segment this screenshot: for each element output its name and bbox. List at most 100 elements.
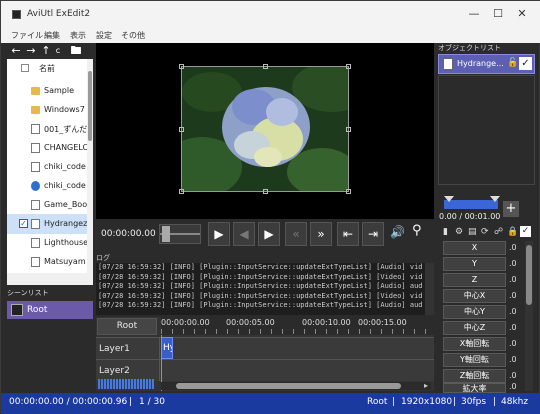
minimize-icon[interactable]: — [463, 5, 485, 23]
property-value[interactable]: .0 [509, 257, 521, 271]
effect-icon[interactable]: ⚙ [455, 227, 463, 237]
property-y[interactable]: Y [443, 257, 506, 271]
property-y-rotation[interactable]: Y軸回転 [443, 353, 506, 367]
list-item-selected[interactable]: ✓ Hydrangez [7, 214, 87, 234]
check-icon[interactable]: ✓ [19, 219, 28, 228]
list-item[interactable]: Matsuyam [7, 252, 87, 272]
app-icon [12, 10, 21, 19]
timeline-root-button[interactable]: Root [97, 318, 157, 335]
ruler-label: 00:00:00.00 [161, 318, 210, 327]
log-scrollbar[interactable] [425, 263, 434, 315]
file-icon [31, 200, 40, 210]
scroll-right-icon[interactable]: ▸ [424, 381, 434, 391]
scene-item-root[interactable]: Root [7, 301, 93, 319]
layer-row[interactable]: Layer1 [96, 337, 434, 359]
zoom-icon[interactable]: ⚲ [412, 223, 422, 238]
file-name: Sample [44, 86, 74, 95]
timeline-clip[interactable]: Hy [161, 337, 173, 359]
enable-check-icon[interactable]: ✓ [520, 226, 531, 237]
property-center-y[interactable]: 中心Y [443, 305, 506, 319]
add-effect-button[interactable]: + [503, 201, 519, 217]
file-name: chiki_code [44, 162, 86, 171]
volume-icon[interactable]: 🔊 [390, 225, 405, 239]
maximize-icon[interactable]: ☐ [487, 5, 509, 23]
menu-file[interactable]: ファイル [11, 30, 43, 41]
object-list-body [438, 75, 535, 185]
lock-icon[interactable]: 🔒 [507, 227, 518, 237]
property-value[interactable]: .0 [509, 381, 521, 393]
property-x-rotation[interactable]: X軸回転 [443, 337, 506, 351]
resize-handle[interactable] [263, 189, 268, 194]
timeline-scroll-thumb[interactable] [176, 383, 401, 389]
select-all-checkbox[interactable] [21, 64, 29, 72]
property-x[interactable]: X [443, 241, 506, 255]
prev-frame-button[interactable]: ◀ [233, 222, 255, 246]
resize-handle[interactable] [263, 64, 268, 69]
property-value[interactable]: .0 [509, 289, 521, 303]
layer-row[interactable]: Layer2 [96, 359, 434, 381]
list-item[interactable]: Sample [7, 81, 87, 101]
resize-handle[interactable] [346, 64, 351, 69]
menu-settings[interactable]: 設定 [96, 30, 112, 41]
timeline-ruler[interactable]: 00:00:00.00 00:00:05.00 00:00:10.00 00:0… [161, 317, 434, 335]
link-icon[interactable]: ☍ [494, 227, 503, 237]
rewind-button[interactable]: « [285, 222, 307, 246]
start-marker-icon[interactable] [444, 196, 454, 202]
property-scale[interactable]: 拡大率 [443, 383, 506, 393]
resize-handle[interactable] [179, 127, 184, 132]
resize-handle[interactable] [179, 189, 184, 194]
resize-handle[interactable] [346, 189, 351, 194]
back-arrow-icon[interactable]: ← [9, 44, 23, 58]
property-z-rotation[interactable]: Z軸回転 [443, 369, 506, 383]
play-button[interactable]: ▶ [208, 222, 230, 246]
fast-forward-button[interactable]: » [310, 222, 332, 246]
explorer-scroll-thumb[interactable] [88, 71, 92, 141]
property-value[interactable]: .0 [509, 305, 521, 319]
go-to-end-button[interactable]: ⇥ [362, 222, 384, 246]
property-z[interactable]: Z [443, 273, 506, 287]
list-item[interactable]: Game_Boo [7, 195, 87, 215]
property-value[interactable]: .0 [509, 321, 521, 335]
list-item[interactable]: Windows7 [7, 100, 87, 120]
log-panel[interactable]: [07/28 16:59:32] [INFO] [Plugin::InputSe… [96, 263, 434, 315]
go-to-start-button[interactable]: ⇤ [337, 222, 359, 246]
lock-icon[interactable]: 🔓 [507, 58, 518, 68]
end-marker-icon[interactable] [490, 196, 500, 202]
property-value[interactable]: .0 [509, 241, 521, 255]
property-center-z[interactable]: 中心Z [443, 321, 506, 335]
list-item[interactable]: chiki_code [7, 157, 87, 177]
refresh-icon[interactable]: ⟳ [481, 227, 489, 237]
list-item[interactable]: 001_ずんだ [7, 119, 87, 139]
property-center-x[interactable]: 中心X [443, 289, 506, 303]
scene-name: Root [27, 305, 48, 315]
layers-icon[interactable]: ▤ [468, 227, 477, 237]
resize-handle[interactable] [346, 127, 351, 132]
property-value[interactable]: .0 [509, 273, 521, 287]
visibility-check-icon[interactable]: ✓ [519, 57, 532, 70]
resize-handle[interactable] [179, 64, 184, 69]
scene-thumbnail-icon [11, 304, 23, 316]
camera-icon[interactable]: ▮ [443, 227, 448, 237]
menu-view[interactable]: 表示 [70, 30, 86, 41]
property-toolbar: ▮ ⚙ ▤ ⟳ ☍ 🔒 ✓ [441, 226, 535, 239]
property-value[interactable]: .0 [509, 353, 521, 367]
close-icon[interactable]: ✕ [511, 5, 533, 23]
menu-edit[interactable]: 編集 [44, 30, 60, 41]
forward-arrow-icon[interactable]: → [24, 44, 38, 58]
object-item-hydrangea[interactable]: Hydrange... 🔓 ✓ [438, 54, 535, 74]
status-scene: Root [367, 397, 388, 407]
property-scroll-thumb[interactable] [526, 245, 532, 305]
next-frame-button[interactable]: ▶ [258, 222, 280, 246]
explorer-hscrollbar[interactable] [7, 273, 87, 285]
folder-icon[interactable]: 🖿 [69, 44, 83, 58]
playback-slider[interactable] [159, 224, 201, 244]
list-item[interactable]: Lighthouse [7, 233, 87, 253]
property-value[interactable]: .0 [509, 337, 521, 351]
explorer-header: 名前 [17, 60, 97, 78]
name-column-header[interactable]: 名前 [39, 63, 55, 74]
list-item[interactable]: chiki_code [7, 176, 87, 196]
menu-other[interactable]: その他 [121, 30, 145, 41]
slider-handle[interactable] [162, 226, 170, 242]
up-arrow-icon[interactable]: ↑ [39, 44, 53, 58]
list-item[interactable]: CHANGELO [7, 138, 87, 158]
